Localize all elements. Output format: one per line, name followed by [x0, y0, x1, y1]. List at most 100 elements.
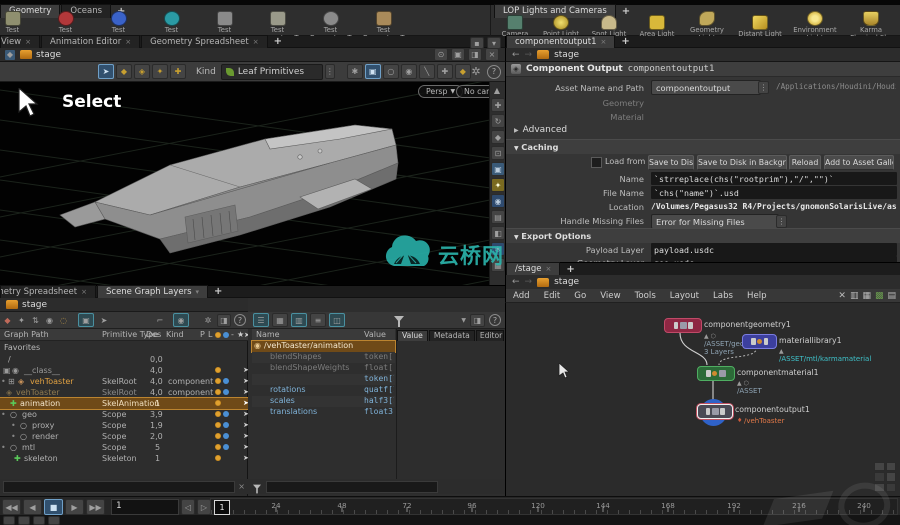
jump-start-button[interactable]: ◀◀ — [2, 499, 21, 515]
detail-row-selected[interactable]: ◉ /vehToaster/animation — [251, 340, 396, 353]
col-name[interactable]: Name — [256, 330, 280, 339]
col-graph-path[interactable]: Graph Path — [4, 330, 49, 339]
color-palette-icon[interactable]: ▩ — [875, 291, 884, 301]
status-icon[interactable] — [18, 515, 30, 525]
name-field[interactable]: `strreplace(chs("rootprim"),"/","")` — [651, 172, 897, 185]
tree-camera-icon[interactable]: ◨ — [217, 313, 231, 327]
tree-row-selected[interactable]: ✚ animation SkelAnimation 1 ➤ — [0, 397, 249, 410]
status-icon[interactable] — [3, 515, 15, 525]
menu-help[interactable]: Help — [740, 289, 774, 303]
visibility-flame-icon[interactable] — [215, 389, 221, 395]
pane-add-tab-button[interactable]: + — [209, 286, 227, 297]
line-tool-icon[interactable]: ╲ — [418, 64, 435, 79]
view-orbit-icon[interactable]: ↻ — [491, 114, 505, 128]
visibility-flame-icon[interactable] — [215, 378, 221, 384]
menu-labs[interactable]: Labs — [706, 289, 740, 303]
play-reverse-button[interactable]: ◀ — [23, 499, 42, 515]
col-l[interactable]: L — [208, 330, 212, 339]
stage-path[interactable]: stage — [36, 50, 61, 60]
select-dynamics-icon[interactable]: ✦ — [152, 64, 168, 79]
details-camera-icon[interactable]: ◨ — [470, 313, 485, 327]
scene-viewport[interactable]: Select Persp▼ No cam▼ ▲ ✚ ↻ ◆ ⊡ ▣ ✦ ◉ ▤ … — [0, 82, 505, 285]
tree-row[interactable]: • ⊞ ◈ vehToaster SkelRoot 4,0 component ➤ — [0, 376, 249, 387]
load-from-disk-checkbox[interactable] — [591, 157, 602, 168]
node-componentgeometry1[interactable] — [664, 318, 702, 333]
detail-row[interactable]: scales half3[15 — [252, 396, 395, 407]
prev-frame-button[interactable]: ◁ — [181, 499, 195, 515]
menu-add[interactable]: Add — [506, 289, 537, 303]
tree-row[interactable]: ◈ vehToaster SkelRoot 4,0 component ➤ — [0, 387, 249, 398]
filter-funnel-icon[interactable] — [253, 484, 261, 493]
detail-tab-editor-node[interactable]: Editor Nod — [475, 329, 504, 341]
box-select-icon[interactable]: ▣ — [364, 64, 381, 79]
detail-row[interactable]: token[1 — [252, 374, 395, 385]
node-materiallibrary1[interactable] — [742, 334, 777, 349]
perf-icon[interactable]: ▥ — [850, 291, 859, 301]
status-icon[interactable] — [48, 515, 60, 525]
menu-tools[interactable]: Tools — [628, 289, 663, 303]
visibility-flame-icon[interactable] — [215, 455, 221, 461]
detail-row[interactable]: blendShapes token[] — [252, 352, 395, 363]
pane-add-tab-button[interactable]: + — [269, 36, 287, 47]
select-materials-icon[interactable]: ✚ — [170, 64, 186, 79]
camera-lock-icon[interactable]: ◧ — [491, 226, 505, 240]
help-icon[interactable]: ? — [487, 64, 501, 79]
node-componentoutput1[interactable] — [697, 404, 733, 419]
export-options-section-header[interactable]: ▼ Export Options — [506, 228, 900, 243]
asset-stepper-icon[interactable]: ⋮ — [758, 81, 769, 94]
expand-icon[interactable]: • — [1, 410, 6, 419]
details-help-icon[interactable]: ? — [489, 314, 501, 326]
expand-dot-icon[interactable]: ◉ — [254, 341, 261, 350]
pane-tab-geometry-spreadsheet-bottom[interactable]: Geometry Spreadsheet× — [0, 284, 96, 299]
tree-row[interactable]: • ○ mtl Scope 5 ➤ — [0, 442, 249, 453]
asset-name-dropdown[interactable]: componentoutput — [651, 80, 761, 95]
status-icon[interactable] — [33, 515, 45, 525]
select-visible-icon[interactable]: ✚ — [436, 64, 453, 79]
split-view-icon[interactable]: ◨ — [468, 48, 482, 61]
brush-select-icon[interactable]: ◉ — [400, 64, 417, 79]
details-filter-input[interactable] — [266, 480, 438, 493]
search-icon[interactable]: ◌ — [58, 315, 69, 326]
tree-mode-icon[interactable]: ☰ — [253, 313, 269, 327]
tree-row[interactable]: • ○ render Scope 2,0 ➤ — [0, 431, 249, 442]
pane-add-tab-button[interactable]: + — [616, 36, 634, 47]
pane-tab-view[interactable]: View × — [0, 34, 40, 49]
visibility-flame-icon[interactable] — [215, 400, 221, 406]
add-to-asset-gallery-button[interactable]: Add to Asset Gallery — [824, 155, 894, 170]
tree-row[interactable]: ▣ ◉ __class__ 4,0 ➤ — [0, 365, 249, 376]
view-pan-icon[interactable]: ✚ — [491, 98, 505, 112]
proxy-dot-icon[interactable] — [223, 378, 229, 384]
display-options-icon[interactable]: ▤ — [491, 210, 505, 224]
view-zoom-icon[interactable]: ◆ — [491, 130, 505, 144]
advanced-section[interactable]: ▶ Advanced — [514, 125, 567, 135]
node-componentmaterial1[interactable] — [697, 366, 735, 381]
info-icon[interactable]: ◉ — [44, 315, 55, 326]
tree-help-icon[interactable]: ? — [234, 314, 246, 326]
detail-row[interactable]: rotations quatf[1 — [252, 385, 395, 396]
wrench-icon[interactable]: ✕ — [838, 291, 846, 301]
tree-filter-input[interactable] — [3, 480, 236, 493]
timeline[interactable]: 1 24 48 72 96 120 144 168 192 216 240 — [210, 498, 898, 515]
tree-gear-icon[interactable]: ✲ — [202, 315, 214, 326]
detail-row[interactable]: blendShapeWeights float[] — [252, 363, 395, 374]
visibility-flame-icon[interactable] — [215, 411, 221, 417]
menu-view[interactable]: View — [593, 289, 627, 303]
reload-button[interactable]: Reload — [789, 155, 821, 170]
proxy-dot-icon[interactable] — [223, 389, 229, 395]
link-icon[interactable]: ⊙ — [434, 48, 448, 61]
payload-layer-field[interactable]: payload.usdc — [651, 243, 897, 256]
pin-icon[interactable]: ◆ — [4, 48, 16, 61]
clear-filter-icon[interactable]: × — [238, 482, 245, 491]
visibility-flame-icon[interactable] — [215, 422, 221, 428]
network-add-tab-button[interactable]: + — [561, 264, 579, 275]
col-kind[interactable]: Kind — [166, 330, 184, 339]
jump-end-button[interactable]: ▶▶ — [86, 499, 105, 515]
visibility-flame-icon[interactable] — [215, 444, 221, 450]
columns-icon[interactable]: ▥ — [291, 313, 307, 327]
caching-section-header[interactable]: ▼ Caching — [506, 139, 900, 154]
filter-funnel-icon[interactable] — [394, 316, 404, 327]
visibility-flame-icon[interactable] — [215, 367, 221, 373]
col-des[interactable]: Des — [146, 330, 161, 339]
pane-tab-scene-graph-layers[interactable]: Scene Graph Layers ▾ — [97, 284, 209, 299]
playhead-marker[interactable]: 1 — [214, 500, 230, 515]
